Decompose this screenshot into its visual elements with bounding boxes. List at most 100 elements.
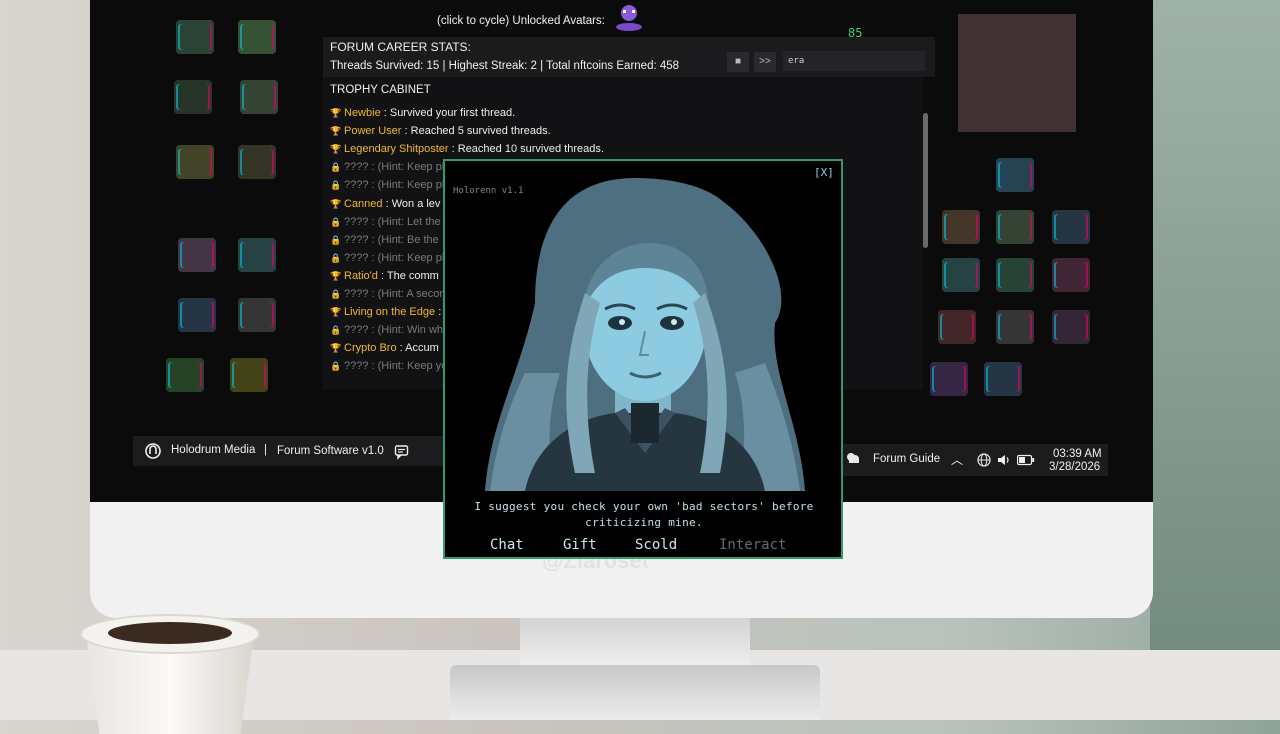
desktop-app-icon[interactable] xyxy=(176,145,214,179)
software-label: Forum Software v1.0 xyxy=(277,445,384,457)
character-portrait xyxy=(485,178,805,491)
trophy-description: ???? : (Hint: Be the xyxy=(344,233,439,246)
trophy-row: 🔒???? : (Hint: Be the xyxy=(330,234,439,246)
trophy-description: ???? : (Hint: A secon xyxy=(344,288,446,300)
taskbar-left: Holodrum Media | Forum Software v1.0 xyxy=(133,436,443,466)
stats-summary: Threads Survived: 15 | Highest Streak: 2… xyxy=(330,60,680,72)
trophy-row: 🏆 Ratio'd : The comm xyxy=(330,270,439,282)
trophy-scrollbar[interactable] xyxy=(923,113,928,248)
dialog-quote: I suggest you check your own 'bad sector… xyxy=(474,500,814,529)
clock-time: 03:39 AM xyxy=(1053,448,1102,460)
trophy-row: 🔒???? : (Hint: Keep pl xyxy=(330,161,444,173)
trophy-row: 🔒???? : (Hint: Keep pl xyxy=(330,252,444,264)
desktop-app-icon[interactable] xyxy=(240,80,278,114)
trophy-description: ???? : (Hint: Keep pl xyxy=(344,179,445,192)
desktop-app-icon[interactable] xyxy=(230,358,268,392)
trophy-row: 🏆 Legendary Shitposter : Reached 10 survi… xyxy=(330,143,604,155)
trophy-name: Ratio'd xyxy=(344,269,378,282)
trophy-icon: 🏆 xyxy=(330,144,342,155)
battery-icon[interactable] xyxy=(1017,454,1035,466)
desktop-app-icon[interactable] xyxy=(174,80,212,114)
trophy-icon: 🏆 xyxy=(330,343,342,354)
lock-icon: 🔒 xyxy=(330,252,342,263)
trophy-description: ???? : (Hint: Keep pl xyxy=(344,161,445,174)
trophy-name: Power User xyxy=(344,125,402,138)
desktop-app-icon[interactable] xyxy=(238,20,276,54)
chevron-up-icon[interactable]: ︿ xyxy=(951,451,963,468)
trophy-row: 🔒???? : (Hint: Win whe xyxy=(330,324,449,336)
scold-button[interactable]: Scold xyxy=(635,537,677,553)
desktop-app-icon[interactable] xyxy=(942,258,980,292)
background-wall xyxy=(1150,0,1280,720)
chat-button[interactable]: Chat xyxy=(490,537,524,553)
trophy-row: 🏆 Power User : Reached 5 survived threads… xyxy=(330,125,551,137)
brand-label: Holodrum Media xyxy=(171,444,256,456)
desktop-app-icon[interactable] xyxy=(984,362,1022,396)
trophy-name: Crypto Bro xyxy=(344,342,397,355)
lock-icon: 🔒 xyxy=(330,180,342,191)
trophy-name: Living on the Edge xyxy=(344,306,436,319)
trophy-cabinet-title: TROPHY CABINET xyxy=(330,84,431,96)
forum-guide-button[interactable]: Forum Guide xyxy=(873,453,940,465)
coffee-cup xyxy=(80,614,260,734)
trophy-description: : Reached 10 survived threads. xyxy=(448,143,604,156)
gift-button[interactable]: Gift xyxy=(563,537,597,553)
lock-icon: 🔒 xyxy=(330,325,342,336)
desktop-app-icon[interactable] xyxy=(1052,210,1090,244)
desktop-app-icon[interactable] xyxy=(1052,258,1090,292)
desktop-app-icon[interactable] xyxy=(178,298,216,332)
trophy-description: : Reached 5 survived threads. xyxy=(401,125,551,138)
desktop-app-icon[interactable] xyxy=(996,158,1034,192)
weather-cloud-icon[interactable] xyxy=(845,450,861,466)
trophy-description: ???? : (Hint: Let the xyxy=(344,215,441,228)
trophy-description: : Won a lev xyxy=(382,197,441,210)
desktop-app-icon[interactable] xyxy=(996,258,1034,292)
trophy-description: ???? : (Hint: Keep pl xyxy=(344,251,445,264)
lock-icon: 🔒 xyxy=(330,216,342,227)
trophy-row: 🔒???? : (Hint: A secon xyxy=(330,288,446,300)
interact-button[interactable]: Interact xyxy=(719,537,786,553)
trophy-icon: 🏆 xyxy=(330,270,342,281)
desktop-app-icon[interactable] xyxy=(942,210,980,244)
trophy-row: 🏆 Canned : Won a lev xyxy=(330,198,440,210)
trophy-row: 🔒???? : (Hint: Let the xyxy=(330,216,441,228)
trophy-name: Newbie xyxy=(344,107,381,119)
sticky-note-widget[interactable] xyxy=(958,14,1076,132)
desktop-app-icon[interactable] xyxy=(176,20,214,54)
desktop-app-icon[interactable] xyxy=(178,238,216,272)
trophy-icon: 🏆 xyxy=(330,307,342,318)
monitor-stand-base xyxy=(450,665,820,720)
taskbar-separator: | xyxy=(264,444,267,456)
unlocked-avatars-label[interactable]: (click to cycle) Unlocked Avatars: xyxy=(437,15,605,27)
monitor-stand xyxy=(520,612,750,672)
trophy-icon: 🏆 xyxy=(330,126,342,137)
desktop-app-icon[interactable] xyxy=(166,358,204,392)
desktop-app-icon[interactable] xyxy=(938,310,976,344)
globe-icon[interactable] xyxy=(977,453,991,467)
desktop-app-icon[interactable] xyxy=(238,298,276,332)
trophy-name: Canned xyxy=(344,197,383,210)
avatar-cycle-icon[interactable] xyxy=(614,3,644,31)
trophy-row: 🔒???? : (Hint: Keep yo xyxy=(330,360,447,372)
media-input[interactable]: era xyxy=(783,51,925,71)
desktop-app-icon[interactable] xyxy=(238,145,276,179)
trophy-name: Legendary Shitposter xyxy=(344,143,449,156)
lock-icon: 🔒 xyxy=(330,162,342,173)
volume-icon[interactable] xyxy=(997,453,1011,467)
trophy-icon: 🏆 xyxy=(330,108,342,118)
holodrum-logo-icon[interactable] xyxy=(145,443,161,459)
clock-date: 3/28/2026 xyxy=(1049,461,1101,473)
trophy-row: 🏆 Crypto Bro : Accum xyxy=(330,342,439,354)
desktop-app-icon[interactable] xyxy=(1052,310,1090,344)
fast-forward-button[interactable]: >> xyxy=(754,52,776,72)
chat-bubble-icon[interactable] xyxy=(394,444,410,460)
desktop-app-icon[interactable] xyxy=(238,238,276,272)
desktop-app-icon[interactable] xyxy=(930,362,968,396)
stop-button[interactable]: ■ xyxy=(727,52,749,72)
desktop-app-icon[interactable] xyxy=(996,210,1034,244)
trophy-row: 🔒???? : (Hint: Keep pl xyxy=(330,179,444,191)
trophy-description: : Accum xyxy=(396,342,439,355)
trophy-description: ???? : (Hint: Win whe xyxy=(344,324,450,337)
trophy-description: ???? : (Hint: Keep yo xyxy=(344,360,448,373)
trash-icon[interactable] xyxy=(996,310,1034,344)
